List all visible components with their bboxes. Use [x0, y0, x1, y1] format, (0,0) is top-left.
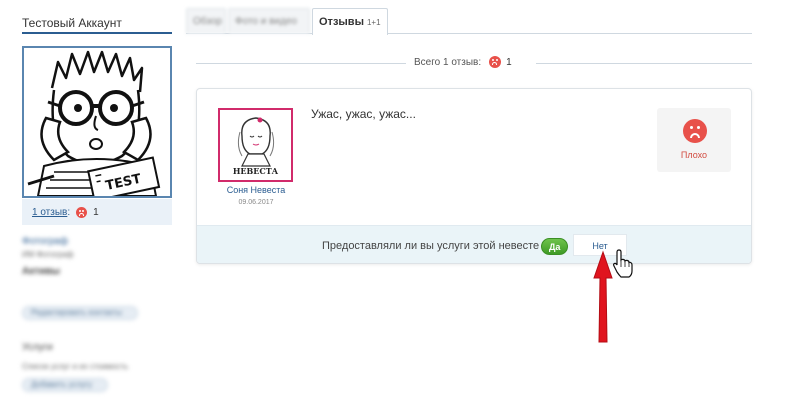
rating-badge: Плохо: [657, 108, 731, 172]
red-arrow-annotation: [593, 249, 633, 343]
reviewer-name[interactable]: Соня Невеста: [211, 185, 301, 195]
add-service-button[interactable]: Добавить услугу: [22, 378, 108, 392]
services-heading: Услуги: [22, 342, 53, 353]
bride-logo-icon: НЕВЕСТА: [220, 110, 291, 180]
profile-tabs: Обзор Фото и видео Отзывы 1+1: [186, 8, 752, 35]
reviews-count: 1: [93, 206, 99, 218]
service-question: Предоставляли ли вы услуги этой невесте: [322, 240, 540, 252]
tab-overview[interactable]: Обзор: [186, 8, 226, 34]
bride-logo-text: НЕВЕСТА: [233, 166, 279, 176]
assets-heading: Активы: [22, 266, 60, 277]
tab-reviews-badge: 1+1: [366, 18, 381, 27]
review-text: Ужас, ужас, ужас...: [311, 107, 416, 121]
reviews-total-label: Всего 1 отзыв:: [414, 56, 482, 68]
tab-reviews-label: Отзывы: [319, 16, 364, 28]
divider-left: [196, 63, 406, 64]
review-date: 09.06.2017: [238, 199, 274, 206]
reviews-total-count: 1: [506, 56, 512, 68]
services-description: Список услуг и их стоимость: [22, 362, 129, 371]
edit-contacts-button[interactable]: Редактировать контакты: [22, 306, 138, 320]
photographer-link[interactable]: Фотограф: [22, 236, 68, 247]
avatar[interactable]: TEST: [22, 46, 172, 198]
company-name: ИМ Фотограф: [22, 250, 74, 259]
reviewer-photo[interactable]: НЕВЕСТА: [218, 108, 293, 182]
reviews-total-row: Всего 1 отзыв: 1: [196, 56, 752, 70]
tab-photo-video[interactable]: Фото и видео: [228, 8, 310, 34]
sad-face-icon: [489, 56, 502, 68]
tab-reviews[interactable]: Отзывы 1+1: [312, 8, 388, 35]
hand-cursor-icon: [613, 249, 633, 278]
review-card: НЕВЕСТА Соня Невеста 09.06.2017 Ужас, уж…: [196, 88, 752, 264]
sad-face-icon: [683, 119, 707, 143]
reviews-total: Всего 1 отзыв: 1: [410, 56, 516, 68]
rating-label: Плохо: [680, 150, 708, 160]
reviews-link[interactable]: 1 отзыв: [32, 207, 67, 218]
yes-button[interactable]: Да: [541, 238, 569, 255]
sidebar: Тестовый Аккаунт TEST 1 отзыв: 1: [22, 0, 172, 225]
account-title: Тестовый Аккаунт: [22, 0, 172, 34]
cartoon-avatar-icon: TEST: [24, 48, 170, 196]
service-question-bar: Предоставляли ли вы услуги этой невесте …: [197, 225, 751, 263]
sad-face-icon: [76, 206, 88, 218]
reviews-summary: 1 отзыв : 1: [22, 199, 172, 225]
reviews-colon: :: [67, 206, 71, 218]
divider-right: [536, 63, 752, 64]
